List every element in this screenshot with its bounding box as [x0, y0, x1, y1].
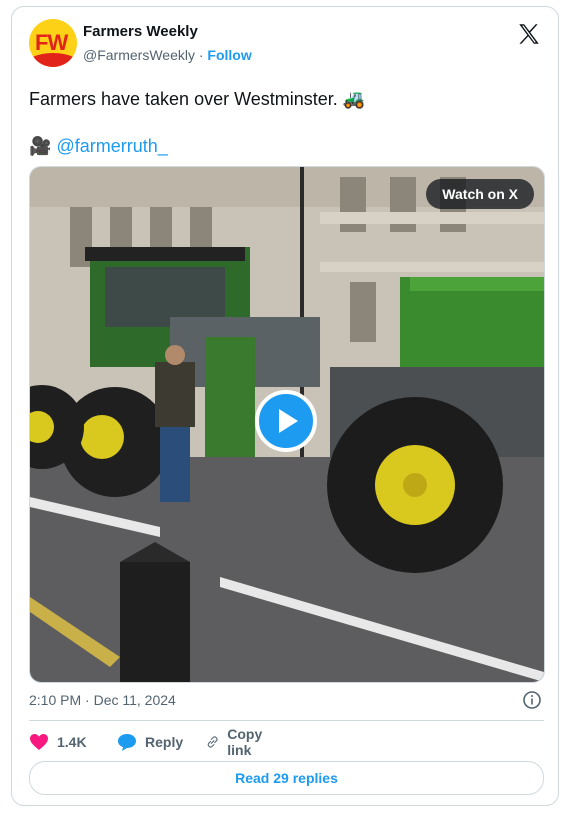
avatar-logo-text: FW: [35, 30, 68, 55]
read-replies-button[interactable]: Read 29 replies: [29, 761, 544, 795]
separator: ·: [198, 47, 204, 63]
play-button[interactable]: [255, 390, 317, 452]
author-name[interactable]: Farmers Weekly: [83, 23, 198, 40]
video-player[interactable]: Watch on X: [29, 166, 545, 683]
tweet-body: Farmers have taken over Westminster.: [29, 89, 338, 109]
like-action[interactable]: 1.4K: [29, 731, 87, 753]
follow-button[interactable]: Follow: [207, 47, 251, 63]
tweet-header: FW Farmers Weekly @FarmersWeekly · Follo…: [29, 19, 544, 67]
link-icon: [207, 736, 218, 748]
reply-label: Reply: [145, 734, 184, 750]
author-handle-row: @FarmersWeekly · Follow: [83, 47, 252, 63]
copy-link-action[interactable]: Copy link: [206, 726, 269, 758]
author-handle[interactable]: @FarmersWeekly: [83, 47, 195, 63]
x-logo-icon[interactable]: [516, 21, 542, 47]
tweet-timestamp[interactable]: 2:10 PM · Dec 11, 2024: [29, 692, 176, 708]
heart-icon: [30, 734, 48, 750]
like-count: 1.4K: [57, 734, 87, 750]
mention-row: 🎥 @farmerruth_: [29, 136, 168, 157]
watch-on-x-button[interactable]: Watch on X: [426, 179, 534, 209]
camera-icon: 🎥: [29, 136, 52, 156]
mention-link[interactable]: @farmerruth_: [56, 136, 167, 156]
tweet-text: Farmers have taken over Westminster. 🚜: [29, 87, 365, 111]
tweet-card: FW Farmers Weekly @FarmersWeekly · Follo…: [11, 6, 559, 806]
info-icon[interactable]: [522, 690, 542, 710]
reply-action[interactable]: Reply: [117, 731, 183, 753]
copy-link-label: Copy link: [227, 726, 263, 758]
avatar[interactable]: FW: [29, 19, 77, 67]
reply-bubble-icon: [118, 734, 136, 751]
play-icon: [279, 409, 298, 433]
tractor-emoji: 🚜: [342, 89, 366, 109]
divider: [29, 720, 544, 721]
